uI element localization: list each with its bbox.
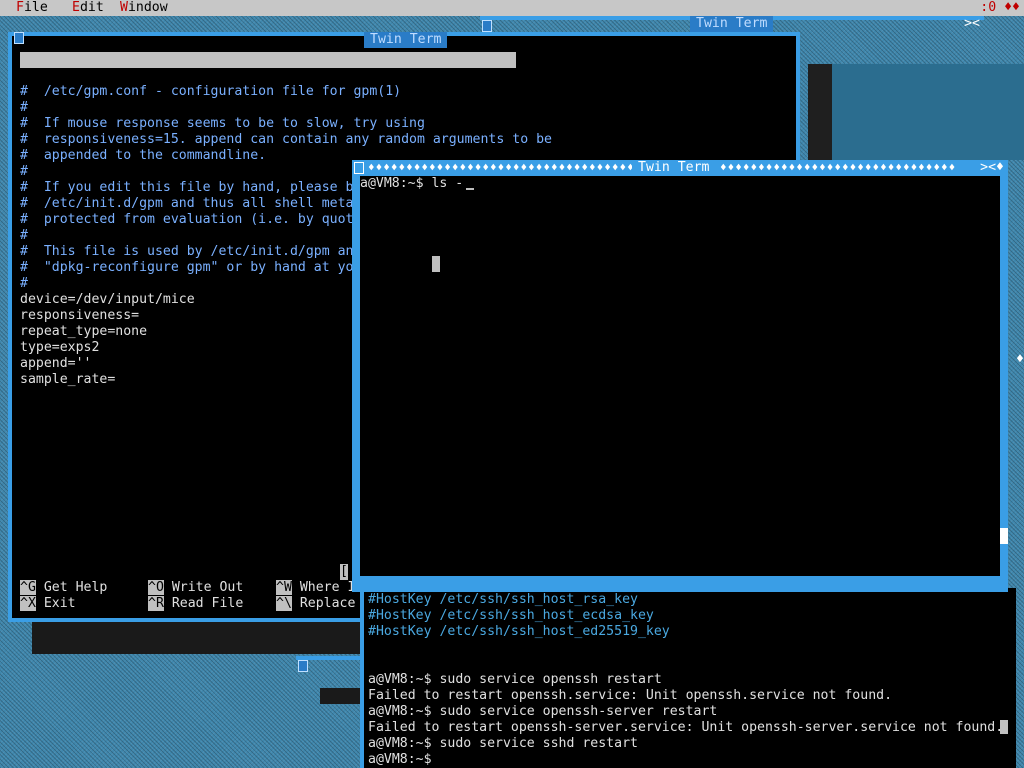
comment-line: # bbox=[20, 228, 28, 243]
config-line: sample_rate= bbox=[20, 372, 116, 387]
scrollbar-thumb[interactable] bbox=[1000, 720, 1008, 734]
comment-line: # If you edit this file by hand, please … bbox=[20, 180, 354, 195]
comment-line: # If mouse response seems to be to slow,… bbox=[20, 116, 425, 131]
nano-header: GNU nano 2.9.3 /etc/gpm.conf bbox=[20, 52, 516, 99]
nano-version: GNU nano 2.9.3 bbox=[36, 68, 148, 83]
comment-line: # This file is used by /etc/init.d/gpm a… bbox=[20, 244, 354, 259]
comment-line: # /etc/gpm.conf - configuration file for… bbox=[20, 84, 402, 99]
window-border-right bbox=[1000, 176, 1008, 576]
back-window-body bbox=[832, 64, 1024, 160]
window-close-icon[interactable] bbox=[298, 660, 308, 672]
terminal-line: a@VM8:~$ sudo service openssh restart bbox=[368, 672, 662, 687]
mouse-cursor bbox=[432, 256, 440, 272]
terminal-line: #HostKey /etc/ssh/ssh_host_rsa_key bbox=[368, 592, 638, 607]
status-fragment: [ bbox=[340, 564, 348, 580]
window-shadow bbox=[320, 688, 360, 704]
window-border-left bbox=[352, 176, 360, 576]
window-shadow bbox=[32, 622, 360, 654]
comment-line: # "dpkg-reconfigure gpm" or by hand at y… bbox=[20, 260, 354, 275]
comment-line: # bbox=[20, 100, 28, 115]
shortcut-get-help[interactable]: ^G Get Help bbox=[20, 580, 107, 596]
shortcut-replace[interactable]: ^\ Replace bbox=[276, 596, 355, 612]
terminal-line: #HostKey /etc/ssh/ssh_host_ecdsa_key bbox=[368, 608, 654, 623]
menu-bar: File Edit Window :0 ♦♦ bbox=[0, 0, 1024, 16]
comment-line: # bbox=[20, 164, 28, 179]
terminal-line: Failed to restart openssh.service: Unit … bbox=[368, 688, 893, 703]
config-line: append='' bbox=[20, 356, 92, 371]
config-line: repeat_type=none bbox=[20, 324, 148, 339]
config-line: responsiveness= bbox=[20, 308, 140, 323]
menu-window[interactable]: Window bbox=[120, 0, 168, 16]
window-title: Twin Term bbox=[690, 16, 774, 32]
terminal-line: a@VM8:~$ bbox=[368, 752, 432, 767]
comment-line: # responsiveness=15. append can contain … bbox=[20, 132, 552, 147]
terminal-line: Failed to restart openssh-server.service… bbox=[368, 720, 1004, 735]
terminal-prompt[interactable]: a@VM8:~$ ls - bbox=[360, 176, 463, 192]
window-close-icon[interactable] bbox=[354, 162, 364, 174]
terminal-line: #HostKey /etc/ssh/ssh_host_ed25519_key bbox=[368, 624, 670, 639]
window-close-icon[interactable] bbox=[482, 20, 492, 32]
window-close-icon[interactable] bbox=[14, 32, 24, 44]
scrollbar-thumb[interactable] bbox=[1000, 528, 1008, 544]
terminal-window[interactable]: ♦♦♦♦♦♦♦♦♦♦♦♦♦♦♦♦♦♦♦♦♦♦♦♦♦♦♦♦♦♦♦♦♦♦♦♦♦ Tw… bbox=[352, 160, 1024, 592]
window-border-bottom bbox=[352, 576, 1008, 592]
text-cursor bbox=[466, 188, 474, 190]
terminal-line: a@VM8:~$ sudo service openssh-server res… bbox=[368, 704, 718, 719]
window-titlebar[interactable]: ♦♦♦♦♦♦♦♦♦♦♦♦♦♦♦♦♦♦♦♦♦♦♦♦♦♦♦♦♦♦♦♦♦♦♦♦♦ Tw… bbox=[352, 160, 1008, 176]
back-window-titlebar[interactable]: Twin Term >< bbox=[480, 16, 984, 32]
config-line: device=/dev/input/mice bbox=[20, 292, 195, 307]
shortcut-where-is[interactable]: ^W Where I bbox=[276, 580, 355, 596]
minimized-window-bar[interactable] bbox=[296, 656, 360, 672]
shortcut-write-out[interactable]: ^O Write Out bbox=[148, 580, 243, 596]
menu-edit[interactable]: Edit bbox=[72, 0, 104, 16]
config-line: type=exps2 bbox=[20, 340, 100, 355]
comment-line: # /etc/init.d/gpm and thus all shell met… bbox=[20, 196, 354, 211]
shortcut-read-file[interactable]: ^R Read File bbox=[148, 596, 243, 612]
comment-line: # protected from evaluation (i.e. by quo… bbox=[20, 212, 354, 227]
window-border bbox=[360, 588, 364, 768]
comment-line: # bbox=[20, 276, 28, 291]
terminal-line: a@VM8:~$ sudo service sshd restart bbox=[368, 736, 638, 751]
scroll-marker-icon: ♦ bbox=[1016, 352, 1024, 367]
status-indicator: :0 ♦♦ bbox=[980, 0, 1020, 15]
menu-file[interactable]: File bbox=[16, 0, 48, 16]
window-title: Twin Term bbox=[632, 160, 716, 176]
bottom-terminal-window[interactable]: #HostKey /etc/ssh/ssh_host_rsa_key #Host… bbox=[360, 588, 1016, 768]
window-resize-icon[interactable]: >< bbox=[964, 16, 980, 32]
shortcut-exit[interactable]: ^X Exit bbox=[20, 596, 76, 612]
window-title: Twin Term bbox=[364, 32, 448, 48]
window-resize-icon[interactable]: ><♦ bbox=[980, 160, 1004, 176]
comment-line: # appended to the commandline. bbox=[20, 148, 267, 163]
